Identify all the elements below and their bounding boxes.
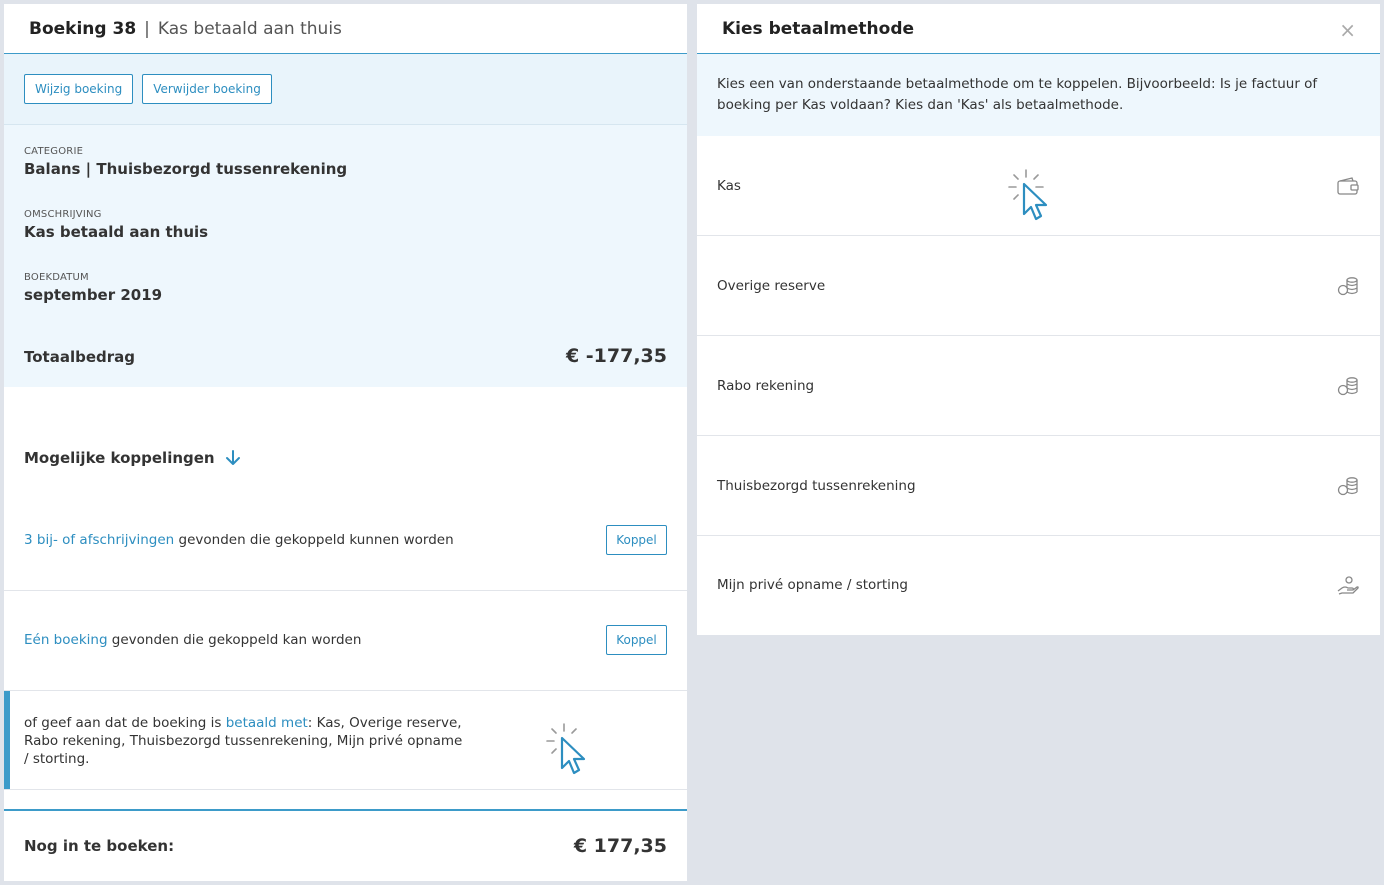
total-label: Totaalbedrag [24, 348, 136, 366]
remaining-row: Nog in te boeken: € 177,35 [4, 809, 687, 881]
booking-toolbar: Wijzig boeking Verwijder boeking [4, 54, 687, 125]
paid-with-text: of geef aan dat de boeking is betaald me… [24, 715, 463, 767]
match-text-transactions: 3 bij- of afschrijvingen gevonden die ge… [24, 532, 454, 548]
category-label: CATEGORIE [24, 146, 84, 157]
booking-header: Boeking 38 | Kas betaald aan thuis [4, 4, 687, 54]
title-separator: | [144, 18, 150, 39]
total-row: Totaalbedrag € -177,35 [24, 345, 667, 367]
hand-money-icon [1336, 573, 1360, 597]
paid-with-link[interactable]: betaald met [226, 715, 308, 731]
match-row-transactions: 3 bij- of afschrijvingen gevonden die ge… [4, 515, 687, 565]
remaining-label: Nog in te boeken: [24, 837, 175, 855]
click-cursor-icon [1008, 169, 1048, 221]
remaining-value: € 177,35 [573, 835, 667, 857]
divider [4, 590, 687, 591]
description-label: OMSCHRIJVING [24, 209, 102, 220]
booking-title: Boeking 38 [29, 18, 137, 39]
category-value: Balans | Thuisbezorgd tussenrekening [24, 160, 348, 178]
booking-date-field: BOEKDATUM september 2019 [24, 272, 667, 304]
possible-links-title: Mogelijke koppelingen [24, 449, 241, 467]
method-thuisbezorgd-tussenrekening[interactable]: Thuisbezorgd tussenrekening [697, 436, 1380, 536]
payment-method-header: Kies betaalmethode [697, 4, 1380, 54]
click-cursor-icon [546, 723, 586, 775]
method-label: Thuisbezorgd tussenrekening [717, 477, 916, 494]
match-text-booking: Eén boeking gevonden die gekoppeld kan w… [24, 632, 362, 648]
payment-method-info: Kies een van onderstaande betaalmethode … [697, 54, 1380, 136]
payment-method-panel: Kies betaalmethode × Kies een van onders… [697, 4, 1380, 635]
booking-date-label: BOEKDATUM [24, 272, 89, 283]
booking-date-value: september 2019 [24, 286, 163, 304]
method-label: Mijn privé opname / storting [717, 577, 909, 593]
possible-links-label: Mogelijke koppelingen [24, 449, 215, 467]
divider [4, 789, 687, 790]
link-booking-button[interactable]: Koppel [606, 625, 667, 655]
method-rabo-rekening[interactable]: Rabo rekening [697, 336, 1380, 436]
booking-link[interactable]: Eén boeking [24, 632, 108, 648]
arrow-down-icon [225, 450, 240, 465]
total-value: € -177,35 [565, 345, 667, 367]
delete-booking-button[interactable]: Verwijder boeking [142, 74, 272, 104]
booking-subtitle: Kas betaald aan thuis [157, 18, 342, 39]
booking-details: CATEGORIE Balans | Thuisbezorgd tussenre… [4, 125, 687, 387]
link-transactions-button[interactable]: Koppel [606, 525, 667, 555]
close-icon[interactable]: × [1339, 18, 1356, 42]
coins-icon [1336, 274, 1360, 298]
method-label: Kas [717, 177, 741, 194]
method-label: Rabo rekening [717, 377, 815, 394]
transactions-link[interactable]: 3 bij- of afschrijvingen [24, 532, 174, 548]
method-overige-reserve[interactable]: Overige reserve [697, 236, 1380, 336]
category-field: CATEGORIE Balans | Thuisbezorgd tussenre… [24, 146, 667, 178]
match-row-booking: Eén boeking gevonden die gekoppeld kan w… [4, 615, 687, 665]
payment-method-title: Kies betaalmethode [722, 18, 915, 39]
method-prive-opname-storting[interactable]: Mijn privé opname / storting [697, 536, 1380, 634]
coins-icon [1336, 374, 1360, 398]
description-value: Kas betaald aan thuis [24, 223, 209, 241]
method-label: Overige reserve [717, 277, 826, 294]
edit-booking-button[interactable]: Wijzig boeking [24, 74, 134, 104]
coins-icon [1336, 474, 1360, 498]
wallet-icon [1336, 174, 1360, 198]
booking-panel: Boeking 38 | Kas betaald aan thuis Wijzi… [4, 4, 687, 881]
description-field: OMSCHRIJVING Kas betaald aan thuis [24, 209, 667, 241]
